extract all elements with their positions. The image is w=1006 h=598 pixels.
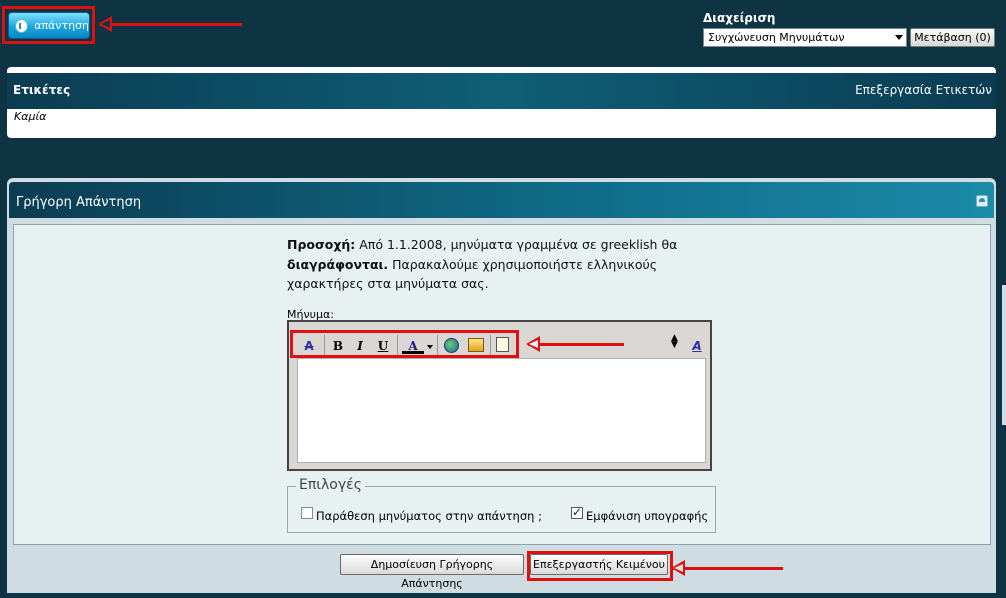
editor-button-highlight-box (527, 551, 673, 581)
annotation-arrow-editor (671, 560, 783, 576)
annotation-arrow-reply (98, 16, 242, 32)
resize-arrows-icon[interactable]: ▲ ▼ (671, 334, 678, 350)
tags-title: Ετικέτες (13, 83, 71, 97)
tags-panel: Ετικέτες Επεξεργασία Ετικετών Καμία (7, 67, 996, 138)
warning-bold-2: διαγράφονται. (287, 256, 389, 272)
quote-message-checkbox[interactable] (301, 507, 313, 519)
toolbar-highlight-box (290, 330, 519, 358)
warning-text-1: Από 1.1.2008, μηνύματα γραμμένα σε greek… (355, 237, 678, 252)
message-textarea[interactable] (297, 358, 706, 463)
options-legend: Επιλογές (296, 477, 365, 493)
chevron-down-icon (895, 35, 903, 40)
quote-message-label: Παράθεση μηνύματος στην απάντηση ; (316, 509, 542, 523)
options-fieldset: Επιλογές Παράθεση μηνύματος στην απάντησ… (287, 477, 716, 533)
font-size-icon[interactable]: A (688, 338, 706, 354)
warning-bold-1: Προσοχή: (287, 237, 356, 252)
admin-action-select[interactable]: Συγχώνευση Μηνυμάτων (703, 28, 907, 47)
tags-value: Καμία (14, 110, 47, 123)
quick-reply-title: Γρήγορη Απάντηση (16, 195, 142, 210)
admin-action-selected: Συγχώνευση Μηνυμάτων (708, 31, 845, 44)
tags-header: Ετικέτες Επεξεργασία Ετικετών (7, 73, 996, 109)
reply-highlight-box (2, 6, 95, 44)
greeklish-warning: Προσοχή: Από 1.1.2008, μηνύματα γραμμένα… (287, 235, 687, 294)
quick-reply-body: Προσοχή: Από 1.1.2008, μηνύματα γραμμένα… (13, 224, 991, 545)
annotation-arrow-toolbar (526, 336, 624, 352)
edit-tags-link[interactable]: Επεξεργασία Ετικετών (855, 83, 992, 97)
collapse-icon[interactable] (976, 195, 988, 207)
quick-reply-header: Γρήγορη Απάντηση (9, 182, 994, 218)
show-signature-checkbox[interactable] (571, 505, 583, 519)
admin-title: Διαχείριση (703, 11, 776, 25)
go-button[interactable]: Μετάβαση (0) (910, 28, 995, 47)
post-quick-reply-button[interactable]: Δημοσίευση Γρήγορης Απάντησης (340, 554, 524, 590)
scrollbar[interactable] (1002, 285, 1006, 425)
quick-reply-panel: Γρήγορη Απάντηση Προσοχή: Από 1.1.2008, … (7, 178, 996, 593)
show-signature-label: Εμφάνιση υπογραφής (586, 509, 709, 523)
